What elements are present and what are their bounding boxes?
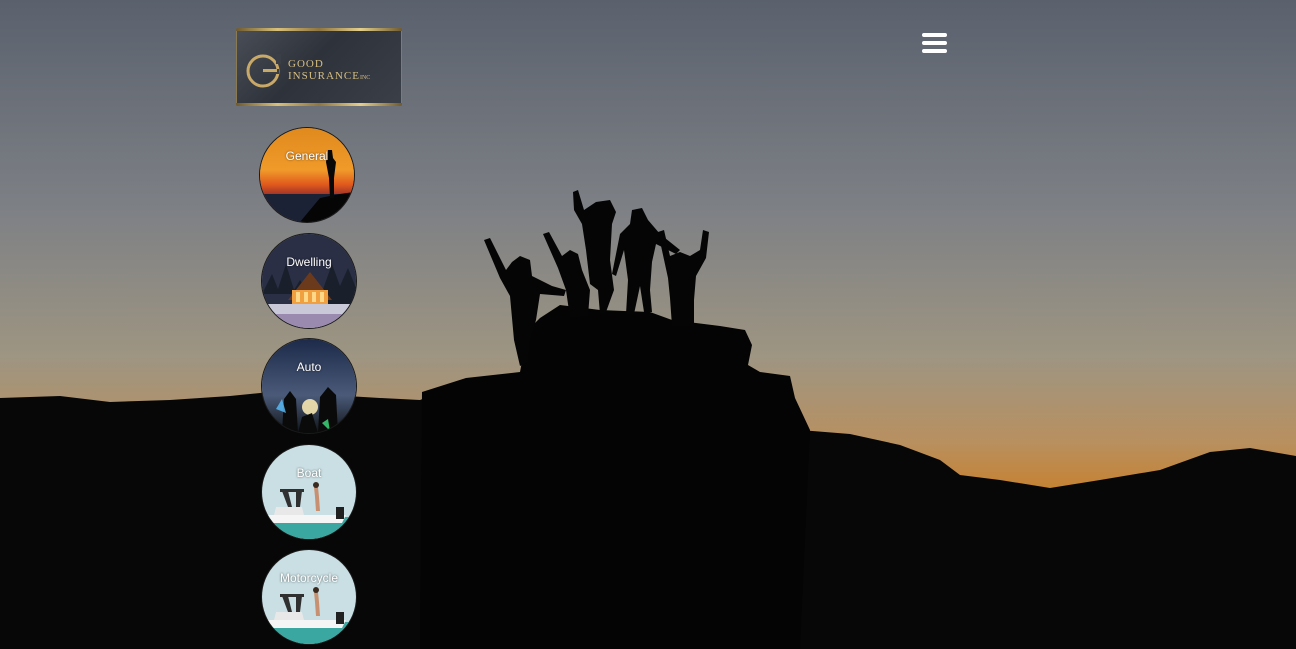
cabin-photo-thumbnail (262, 234, 356, 328)
category-label: Motorcycle (279, 571, 338, 585)
category-general[interactable]: General (259, 127, 355, 223)
menu-bar-middle (922, 41, 947, 45)
brand-suffix: INC (359, 75, 371, 81)
menu-bar-bottom (922, 49, 947, 53)
menu-bar-top (922, 33, 947, 37)
boat-photo-thumbnail (262, 445, 356, 539)
category-label: Boat (296, 466, 322, 480)
page: GOOD INSURANCEINC General Dwelling Auto … (0, 0, 1296, 649)
night-car-photo-thumbnail (262, 339, 356, 433)
hero-background-image (0, 0, 1296, 649)
brand-line1: GOOD (288, 58, 324, 70)
category-label: Dwelling (286, 255, 332, 269)
boat-photo-thumbnail (262, 550, 356, 644)
category-motorcycle[interactable]: Motorcycle (261, 549, 357, 645)
hamburger-menu-icon[interactable] (918, 30, 950, 58)
category-auto[interactable]: Auto (261, 338, 357, 434)
category-label: Auto (296, 360, 322, 374)
brand-line2: INSURANCEINC (288, 70, 370, 84)
category-label: General (285, 149, 329, 163)
brand-wordmark: GOOD INSURANCEINC (288, 58, 370, 84)
category-dwelling[interactable]: Dwelling (261, 233, 357, 329)
brand-line2-text: INSURANCE (288, 70, 360, 82)
brand-logo[interactable]: GOOD INSURANCEINC (236, 28, 402, 106)
sunset-photo-thumbnail (260, 128, 354, 222)
category-boat[interactable]: Boat (261, 444, 357, 540)
